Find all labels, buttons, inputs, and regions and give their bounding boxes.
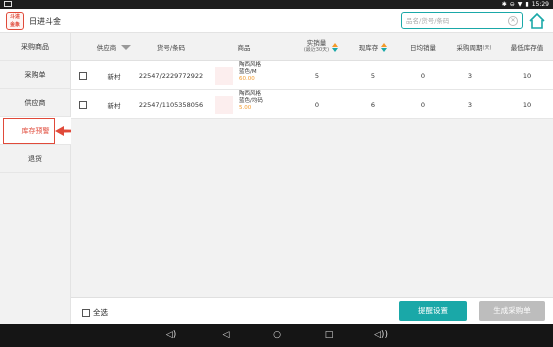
header-stock[interactable]: 现库存 bbox=[353, 33, 393, 61]
sidebar: 采购商品 采购单 供应商 库存预警 退货 bbox=[0, 33, 71, 324]
cycle-cell: 3 bbox=[467, 71, 473, 80]
sku-cell: 22547/2229772922 bbox=[138, 71, 204, 80]
app-title: 日进斗金 bbox=[29, 17, 61, 26]
highlight-box bbox=[3, 118, 55, 144]
app-header: 斗进 金象 日进斗金 ✕ bbox=[0, 9, 553, 33]
footer-bar: 全选 提醒设置 生成采购单 bbox=[71, 297, 553, 324]
app-logo: 斗进 金象 bbox=[6, 12, 24, 30]
search-box[interactable]: ✕ bbox=[401, 12, 523, 29]
back-icon[interactable]: ◁ bbox=[219, 329, 233, 342]
generate-order-button[interactable]: 生成采购单 bbox=[479, 301, 545, 321]
daily-sales-cell: 0 bbox=[420, 71, 426, 80]
header-product: 商品 bbox=[237, 44, 251, 52]
product-cell: 陶西风格 蓝色/M 60.00 bbox=[239, 62, 289, 83]
dnd-icon: ⊖ bbox=[509, 1, 515, 8]
table-header: 供应商 货号/条码 商品 实销量 (最近30天) 现库存 日均销量 采购周期 (… bbox=[71, 33, 553, 61]
header-sales[interactable]: 实销量 (最近30天) bbox=[297, 33, 345, 61]
status-bar: ✱ ⊖ ▼ ▮ 15:29 bbox=[0, 0, 553, 9]
bluetooth-icon: ✱ bbox=[501, 1, 507, 8]
recents-icon[interactable]: □ bbox=[322, 329, 336, 342]
row-checkbox[interactable] bbox=[79, 71, 87, 80]
sidebar-item-suppliers[interactable]: 供应商 bbox=[0, 89, 70, 117]
product-thumbnail bbox=[215, 96, 233, 114]
home-icon bbox=[529, 12, 545, 29]
min-stock-cell: 10 bbox=[522, 100, 532, 109]
sidebar-item-purchase-orders[interactable]: 采购单 bbox=[0, 61, 70, 89]
header-cycle: 采购周期 (天) bbox=[456, 44, 492, 52]
sort-icon[interactable] bbox=[332, 42, 339, 52]
sales-cell: 5 bbox=[314, 71, 320, 80]
clock: 15:29 bbox=[531, 1, 549, 8]
battery-icon: ▮ bbox=[525, 1, 529, 8]
header-min-stock: 最低库存值 bbox=[510, 44, 544, 52]
remind-settings-button[interactable]: 提醒设置 bbox=[399, 301, 467, 321]
notification-icon bbox=[4, 1, 12, 7]
header-daily-sales: 日均销量 bbox=[410, 44, 436, 52]
product-thumbnail bbox=[215, 67, 233, 85]
cycle-cell: 3 bbox=[467, 100, 473, 109]
select-all[interactable]: 全选 bbox=[82, 307, 108, 318]
wifi-icon: ▼ bbox=[517, 1, 523, 8]
stock-alert-table: 供应商 货号/条码 商品 实销量 (最近30天) 现库存 日均销量 采购周期 (… bbox=[71, 33, 553, 297]
search-input[interactable] bbox=[406, 15, 502, 26]
navigation-bar: ◁) ◁ ○ □ ◁)) bbox=[0, 324, 553, 347]
product-cell: 陶西风格 蓝色/均码 5.00 bbox=[239, 91, 289, 112]
status-icons: ✱ ⊖ ▼ ▮ 15:29 bbox=[502, 0, 549, 9]
sort-icon[interactable] bbox=[381, 42, 388, 52]
volume-down-icon[interactable]: ◁) bbox=[164, 329, 178, 342]
row-checkbox[interactable] bbox=[79, 100, 87, 109]
supplier-cell: 新村 bbox=[107, 72, 121, 81]
filter-icon[interactable] bbox=[121, 44, 132, 50]
min-stock-cell: 10 bbox=[522, 71, 532, 80]
sales-cell: 0 bbox=[314, 100, 320, 109]
sku-cell: 22547/1105358056 bbox=[138, 100, 204, 109]
table-row[interactable]: 新村 22547/2229772922 陶西风格 蓝色/M 60.00 5 5 … bbox=[71, 61, 553, 90]
header-supplier[interactable]: 供应商 bbox=[89, 33, 139, 61]
sidebar-item-returns[interactable]: 退货 bbox=[0, 145, 70, 173]
clear-icon[interactable]: ✕ bbox=[508, 16, 518, 26]
row-checkbox-cell[interactable] bbox=[77, 61, 89, 90]
supplier-cell: 新村 bbox=[107, 101, 121, 110]
table-row[interactable]: 新村 22547/1105358056 陶西风格 蓝色/均码 5.00 0 6 … bbox=[71, 90, 553, 119]
home-circle-icon[interactable]: ○ bbox=[270, 329, 284, 342]
header-sku: 货号/条码 bbox=[156, 44, 186, 52]
select-all-checkbox[interactable] bbox=[82, 308, 90, 317]
home-button[interactable] bbox=[528, 12, 546, 30]
sidebar-item-purchase-goods[interactable]: 采购商品 bbox=[0, 33, 70, 61]
volume-up-icon[interactable]: ◁)) bbox=[374, 329, 388, 342]
product-price: 5.00 bbox=[239, 105, 252, 111]
stock-cell: 6 bbox=[370, 100, 376, 109]
stock-cell: 5 bbox=[370, 71, 376, 80]
select-all-label: 全选 bbox=[93, 308, 108, 317]
row-checkbox-cell[interactable] bbox=[77, 90, 89, 119]
product-price: 60.00 bbox=[239, 76, 255, 82]
daily-sales-cell: 0 bbox=[420, 100, 426, 109]
